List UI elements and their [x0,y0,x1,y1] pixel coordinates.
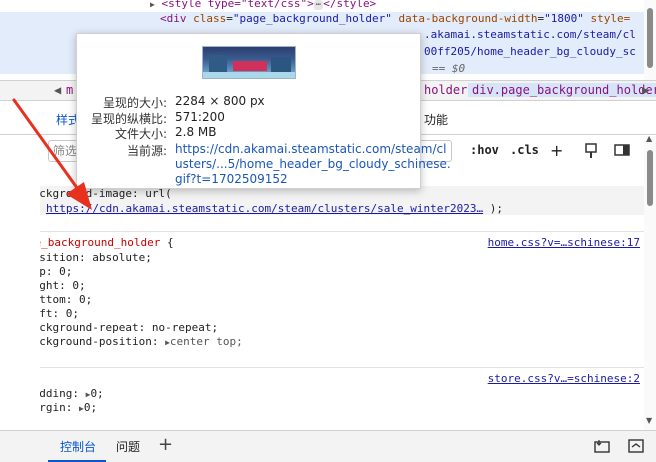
dock-side-icon[interactable] [594,439,610,453]
toggle-sidebar-icon[interactable] [614,144,630,156]
styles-scrollbar[interactable]: ▲ ▼ [644,134,656,430]
styles-scroll-thumb[interactable] [647,150,653,206]
scroll-down-arrow-icon[interactable]: ▼ [646,416,652,425]
brace-close: } [40,350,644,363]
file-size-value: 2.8 MB [175,125,217,139]
current-source-link-line3[interactable]: gif?t=1702509152 [175,172,419,187]
image-thumbnail [202,46,296,79]
rule1-prop-right[interactable]: right: 0; [40,279,644,292]
element-state-brush-icon[interactable] [585,143,597,159]
attr-style-name: style= [590,12,631,25]
add-tab-icon[interactable]: + [158,434,173,455]
scroll-up-arrow-icon[interactable]: ▲ [646,134,652,143]
rendered-size-label: 呈现的大小: [102,96,167,110]
attr-dbw-name: data-background-width [398,12,538,25]
rule-divider [40,367,644,368]
file-size-label: 文件大小: [114,127,167,141]
style-close-tag: </style> [323,0,377,10]
breadcrumb-item-active[interactable]: div.page_background_holder [468,83,656,97]
rule-divider [40,231,644,232]
expand-triangle-icon[interactable]: ▶ [150,0,155,9]
brace-open: { [166,236,174,249]
aspect-ratio-value: 571:200 [175,110,225,124]
filter-placeholder: 筛选 [53,144,78,158]
image-preview-tooltip: 呈现的大小: 2284 × 800 px 呈现的纵横比: 571:200 文件大… [76,33,451,189]
rule-source-link[interactable]: home.css?v=…schinese:17 [488,236,640,249]
cls-toggle-button[interactable]: .cls [510,143,539,157]
rule-selector[interactable]: .page_background_holder [40,236,160,249]
attr-class-value: "page_background_holder" [232,12,392,25]
breadcrumb-item-holder[interactable]: holder [424,83,467,97]
tab-console[interactable]: 控制台 [60,438,96,455]
dom-line-4: 00ff205/home_header_bg_cloudy_sc [424,45,636,58]
breadcrumb-item-partial[interactable]: m [66,83,73,97]
brace-close: } [40,416,644,429]
dom-node-style[interactable]: ▶ <style type="text/css"> ⋯ </style> [150,0,376,10]
ellipsis-badge[interactable]: ⋯ [313,0,324,10]
rule1-prop-bottom[interactable]: bottom: 0; [40,293,644,306]
styles-pane: ele background-image: url( https://cdn.a… [40,169,644,431]
rule-source-link[interactable]: store.css?v…=schinese:2 [488,372,640,385]
rule1-prop-bg-repeat[interactable]: background-repeat: no-repeat; [40,321,644,334]
breadcrumb-left-arrow-icon[interactable]: ◀ [54,83,61,97]
current-source-label: 当前源: [126,144,167,158]
tab-issues[interactable]: 问题 [116,438,140,455]
attr-class-name: class [193,12,227,25]
new-style-rule-icon[interactable]: + [550,143,563,159]
rule1-prop-bg-position[interactable]: background-position: ▶center top; [40,335,644,348]
attr-dbw-value: "1800" [544,12,584,25]
close-drawer-icon[interactable] [628,439,644,453]
rule1-prop-left[interactable]: left: 0; [40,307,644,320]
background-image-url-link[interactable]: https://cdn.akamai.steamstatic.com/steam… [46,202,483,215]
current-source-link-line1[interactable]: https://cdn.akamai.steamstatic.com/steam… [175,142,446,157]
breadcrumb-right-arrow-icon[interactable]: ▶ [642,83,649,97]
element-style-close: ); [489,202,503,215]
style-open-tag: <style type="text/css"> [161,0,314,10]
dom-scroll-thumb[interactable] [647,8,653,68]
rule2-prop-padding[interactable]: padding: ▶0; [40,387,644,400]
dom-scrollbar[interactable] [644,0,656,80]
rule1-prop-position[interactable]: position: absolute; [40,251,644,264]
rule2-prop-margin[interactable]: margin: ▶0; [40,401,644,414]
rendered-size-value: 2284 × 800 px [175,94,265,108]
tab-features-partial[interactable]: 功能 [424,111,448,128]
hov-toggle-button[interactable]: :hov [470,143,499,157]
current-source-link-line2[interactable]: usters/...5/home_header_bg_cloudy_schine… [175,157,451,172]
dom-dollar-zero: == $0 [432,62,466,75]
rule1-prop-top[interactable]: top: 0; [40,265,644,278]
drawer-tab-bar: 控制台 问题 + [0,430,656,462]
dom-line-3: .akamai.steamstatic.com/steam/cl [424,28,636,41]
div-tag: <div [160,12,187,25]
element-style-url-line: https://cdn.akamai.steamstatic.com/steam… [46,202,644,215]
